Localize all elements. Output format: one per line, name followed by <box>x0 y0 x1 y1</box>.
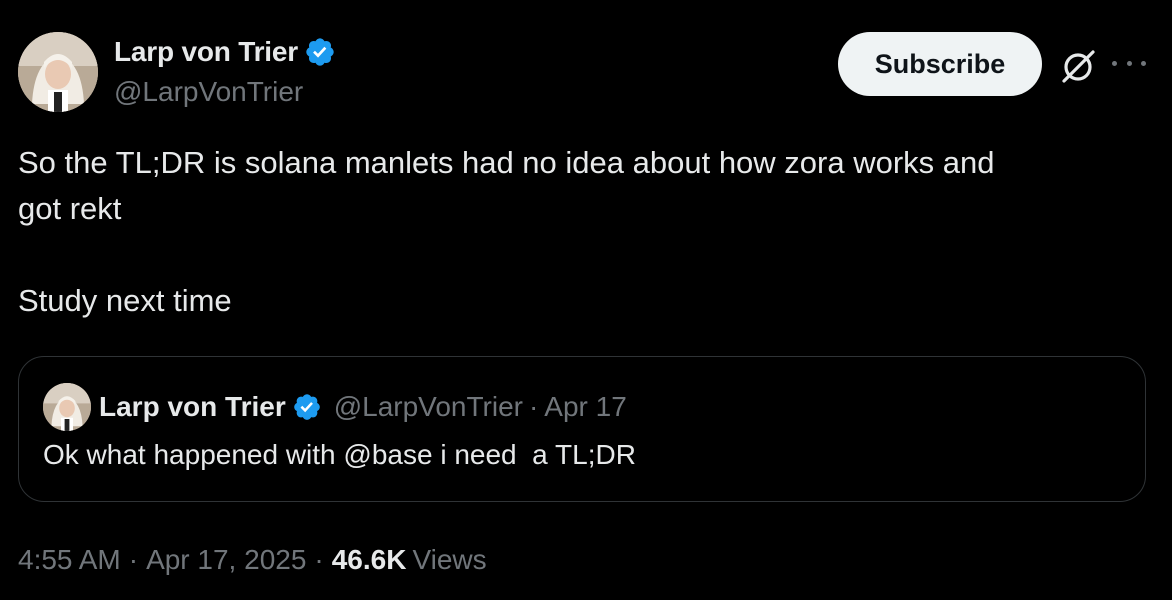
meta-separator: · <box>128 544 139 575</box>
meta-separator-2: · <box>314 544 324 575</box>
more-dot <box>1141 60 1146 66</box>
tweet: Larp von Trier @LarpVonTrier Subscribe S… <box>0 0 1172 600</box>
author-display-name[interactable]: Larp von Trier <box>114 36 298 68</box>
quoted-author-avatar <box>43 383 91 431</box>
author-name-row: Larp von Trier <box>114 34 336 70</box>
views-count[interactable]: 46.6K <box>332 544 407 576</box>
quoted-display-name: Larp von Trier <box>99 391 286 422</box>
tweet-time[interactable]: 4:55 AM <box>18 544 121 576</box>
author-avatar[interactable] <box>18 32 98 112</box>
more-icon[interactable] <box>1112 50 1146 76</box>
subscribe-button[interactable]: Subscribe <box>838 32 1042 96</box>
tweet-meta: 4:55 AM · Apr 17, 2025 · 46.6K Views <box>18 540 487 580</box>
quoted-date: Apr 17 <box>544 391 627 422</box>
more-dot <box>1126 60 1132 66</box>
tweet-date[interactable]: Apr 17, 2025 <box>146 544 306 576</box>
author-handle[interactable]: @LarpVonTrier <box>114 76 303 108</box>
tweet-text: So the TL;DR is solana manlets had no id… <box>18 145 995 318</box>
verified-badge-icon[interactable] <box>304 36 336 68</box>
quoted-tweet-text: Ok what happened with @base i need a TL;… <box>43 439 636 470</box>
verified-badge-icon <box>292 392 322 422</box>
quoted-tweet-card[interactable]: Larp von Trier @LarpVonTrier · Apr 17 Ok… <box>18 356 1146 502</box>
quoted-header: Larp von Trier @LarpVonTrier · Apr 17 <box>99 387 627 427</box>
grok-icon[interactable] <box>1058 46 1098 86</box>
quoted-separator: · <box>528 391 539 422</box>
views-label: Views <box>412 544 487 575</box>
more-dot <box>1112 60 1117 66</box>
quoted-handle: @LarpVonTrier <box>333 391 523 422</box>
